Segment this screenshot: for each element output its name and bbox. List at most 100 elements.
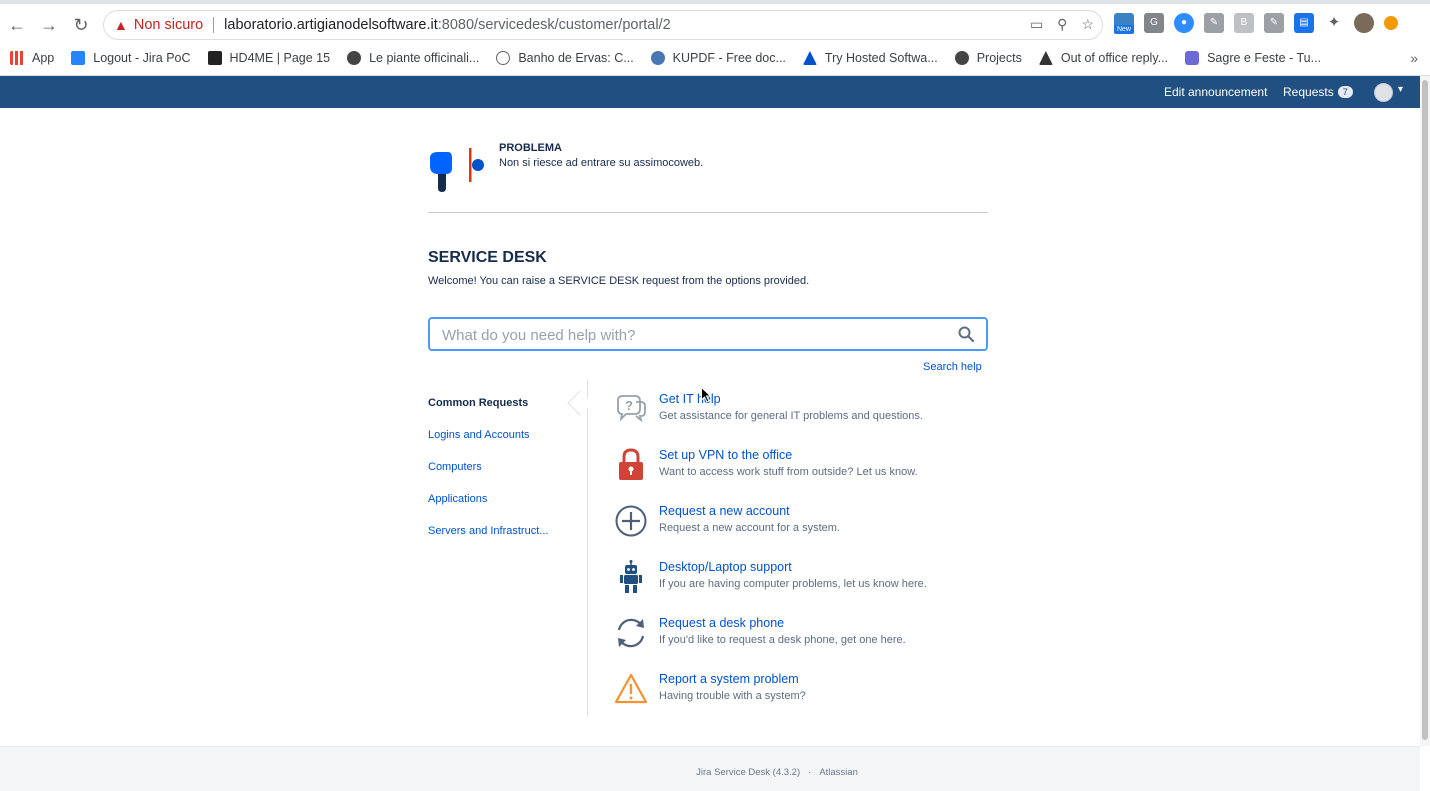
- forward-button[interactable]: →: [37, 13, 61, 37]
- herb-icon: [496, 51, 511, 65]
- bookmark-label: Sagre e Feste - Tu...: [1207, 51, 1322, 65]
- footer-vendor[interactable]: Atlassian: [819, 767, 858, 778]
- url-host: laboratorio.artigianodelsoftware.it: [224, 17, 438, 33]
- extension-doc-icon[interactable]: ▤: [1294, 13, 1314, 33]
- extension-b-icon[interactable]: B: [1234, 13, 1254, 33]
- extension-pen-icon[interactable]: ✎: [1204, 13, 1224, 33]
- update-icon[interactable]: [1384, 16, 1398, 30]
- request-type-report-system-problem[interactable]: Report a system problem Having trouble w…: [614, 672, 994, 716]
- kupdf-icon: [650, 51, 665, 65]
- zoom-extension-icon[interactable]: ●: [1174, 13, 1194, 33]
- request-type-name[interactable]: Desktop/Laptop support: [659, 560, 792, 574]
- announcement-title: PROBLEMA: [499, 142, 562, 154]
- request-type-name[interactable]: Report a system problem: [659, 672, 799, 686]
- request-type-desk-phone[interactable]: Request a desk phone If you'd like to re…: [614, 616, 994, 660]
- group-applications[interactable]: Applications: [428, 493, 487, 505]
- bookmark-item[interactable]: Projects: [954, 51, 1022, 65]
- bookmark-item[interactable]: Logout - Jira PoC: [71, 51, 191, 65]
- requests-count-badge: 7: [1337, 86, 1353, 98]
- extension-edit-icon[interactable]: ✎: [1264, 13, 1284, 33]
- request-type-description: Get assistance for general IT problems a…: [659, 410, 923, 422]
- omnibox-separator: [213, 17, 215, 33]
- portal-header: Edit announcement Requests 7 ▾: [0, 76, 1420, 108]
- bookmark-label: App: [32, 51, 55, 65]
- url-path: :8080/servicedesk/customer/portal/2: [437, 17, 671, 33]
- request-type-description: If you are having computer problems, let…: [659, 578, 927, 590]
- group-logins-and-accounts[interactable]: Logins and Accounts: [428, 429, 530, 441]
- extension-new-icon[interactable]: New: [1114, 13, 1134, 34]
- bookmark-label: Logout - Jira PoC: [93, 51, 191, 65]
- bookmark-item[interactable]: Sagre e Feste - Tu...: [1185, 51, 1321, 65]
- requests-label: Requests: [1283, 85, 1334, 99]
- insecure-label: Non sicuro: [133, 17, 204, 33]
- bookmark-star-icon[interactable]: ☆: [1081, 16, 1094, 33]
- chevron-down-icon[interactable]: ▾: [1398, 84, 1403, 95]
- group-servers-and-infrastructure[interactable]: Servers and Infrastruct...: [428, 525, 548, 537]
- scrollbar-thumb[interactable]: [1422, 80, 1428, 740]
- request-type-name[interactable]: Request a desk phone: [659, 616, 784, 630]
- warning-icon: [614, 673, 648, 704]
- request-type-description: If you'd like to request a desk phone, g…: [659, 634, 906, 646]
- refresh-icon: [617, 618, 645, 648]
- search-icon[interactable]: [958, 326, 974, 342]
- request-type-description: Want to access work stuff from outside? …: [659, 466, 918, 478]
- request-type-set-up-vpn[interactable]: Set up VPN to the office Want to access …: [614, 448, 994, 492]
- plus-circle-icon: [615, 505, 647, 537]
- atlassian-icon: [802, 51, 817, 65]
- puzzle-icon[interactable]: ✦: [1324, 13, 1344, 33]
- tab-strip: [0, 0, 1430, 4]
- request-type-get-it-help[interactable]: ? Get IT help Get assistance for general…: [614, 392, 994, 436]
- bookmark-item[interactable]: Le piante officinali...: [347, 51, 479, 65]
- group-computers[interactable]: Computers: [428, 461, 482, 473]
- bookmark-label: KUPDF - Free doc...: [672, 51, 786, 65]
- welcome-message: Welcome! You can raise a SERVICE DESK re…: [428, 275, 810, 287]
- request-type-name[interactable]: Set up VPN to the office: [659, 448, 792, 462]
- mouse-cursor-icon: [701, 387, 711, 403]
- globe-icon: [347, 51, 362, 65]
- question-bubble-icon: ?: [617, 395, 646, 423]
- announcement-divider: [428, 212, 988, 213]
- bookmark-item[interactable]: Try Hosted Softwa...: [802, 51, 938, 65]
- bookmark-item[interactable]: Banho de Ervas: C...: [496, 51, 634, 65]
- portal-logo-icon: [430, 148, 484, 192]
- edit-announcement-link[interactable]: Edit announcement: [1164, 85, 1267, 99]
- extension-g-icon[interactable]: G: [1144, 13, 1164, 33]
- address-bar[interactable]: ▲ Non sicuro laboratorio.artigianodelsof…: [103, 10, 1103, 40]
- warning-icon: ▲: [114, 17, 128, 33]
- user-avatar[interactable]: [1374, 83, 1393, 102]
- bookmark-label: Banho de Ervas: C...: [518, 51, 634, 65]
- request-type-description: Having trouble with a system?: [659, 690, 806, 702]
- group-common-requests[interactable]: Common Requests: [428, 397, 528, 409]
- request-type-new-account[interactable]: Request a new account Request a new acco…: [614, 504, 994, 548]
- help-search-input[interactable]: [442, 325, 942, 345]
- url-text: laboratorio.artigianodelsoftware.it:8080…: [224, 17, 671, 33]
- extension-new-label: New: [1114, 25, 1134, 34]
- bookmark-apps[interactable]: App: [10, 51, 54, 65]
- search-help-link[interactable]: Search help: [923, 361, 982, 373]
- page-scrollbar[interactable]: [1420, 76, 1430, 746]
- bookmark-label: Le piante officinali...: [369, 51, 480, 65]
- selected-group-pointer: [567, 390, 593, 416]
- jira-icon: [71, 51, 86, 65]
- back-button[interactable]: ←: [5, 13, 29, 37]
- bookmark-label: Projects: [976, 51, 1022, 65]
- bookmarks-overflow-icon[interactable]: »: [1410, 50, 1418, 66]
- bookmark-label: HD4ME | Page 15: [229, 51, 331, 65]
- page-title: SERVICE DESK: [428, 249, 547, 266]
- hd4me-icon: [207, 51, 222, 65]
- requests-link[interactable]: Requests 7: [1283, 85, 1353, 99]
- reload-button[interactable]: ↻: [69, 13, 93, 37]
- zoom-icon[interactable]: ⚲: [1057, 16, 1067, 33]
- bookmark-item[interactable]: KUPDF - Free doc...: [650, 51, 786, 65]
- browser-toolbar: ← → ↻ ▲ Non sicuro laboratorio.artigiano…: [0, 0, 1430, 76]
- bookmark-item[interactable]: Out of office reply...: [1038, 51, 1168, 65]
- request-type-name[interactable]: Request a new account: [659, 504, 790, 518]
- footer-product[interactable]: Jira Service Desk (4.3.2): [696, 767, 800, 778]
- robot-icon: [620, 560, 642, 593]
- bookmark-item[interactable]: HD4ME | Page 15: [207, 51, 331, 65]
- request-type-name[interactable]: Get IT help: [659, 392, 721, 406]
- request-type-desktop-laptop-support[interactable]: Desktop/Laptop support If you are having…: [614, 560, 994, 604]
- help-search-box[interactable]: [428, 317, 988, 351]
- cast-icon[interactable]: ▭: [1030, 16, 1043, 33]
- profile-avatar-icon[interactable]: [1354, 13, 1374, 33]
